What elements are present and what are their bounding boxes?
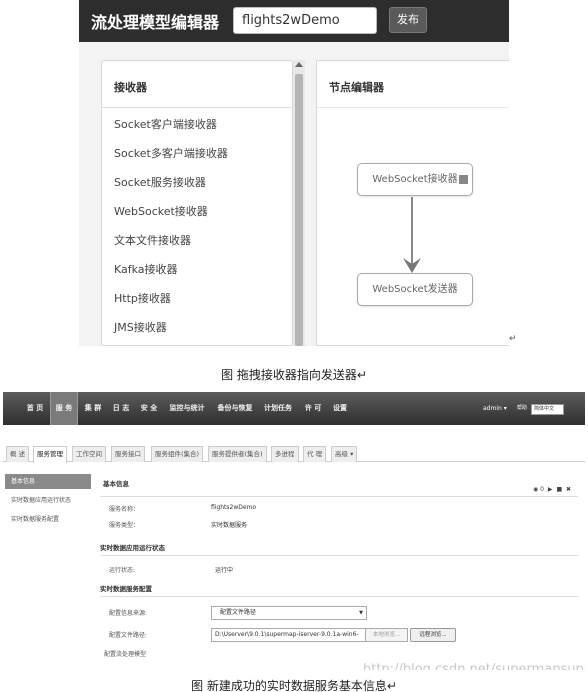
side-item-basic-info[interactable]: 基本信息	[5, 474, 91, 489]
receiver-item-jms[interactable]: JMS接收器	[114, 319, 167, 335]
watermark: http://blog.csdn.net/supermapsupport	[363, 662, 585, 670]
publish-button[interactable]: 发布	[389, 7, 427, 33]
node-label: WebSocket接收器	[372, 174, 458, 185]
divider	[100, 496, 578, 497]
divider	[102, 107, 292, 108]
side-item-runtime-status[interactable]: 实时数据应用运行状态	[5, 493, 91, 508]
tab-service-interface[interactable]: 服务接口	[111, 446, 145, 462]
stream-model-config-link[interactable]: 配置流处理模型	[104, 649, 146, 658]
config-source-label: 配置信息来源:	[109, 610, 148, 617]
app-title: 流处理模型编辑器	[91, 13, 220, 32]
nav-security[interactable]: 安 全	[137, 392, 161, 425]
node-label: WebSocket发送器	[372, 284, 458, 295]
stream-model-editor-screenshot: 流处理模型编辑器 flights2wDemo 发布 接收器 Socket客户端接…	[79, 0, 509, 346]
receivers-panel: 接收器 Socket客户端接收器 Socket多客户端接收器 Socket服务接…	[101, 60, 293, 346]
receiver-item-kafka[interactable]: Kafka接收器	[114, 261, 178, 277]
nav-services[interactable]: 服 务	[50, 392, 78, 425]
stop-icon[interactable]: ■	[556, 486, 562, 493]
divider	[100, 596, 578, 597]
tab-advanced[interactable]: 高级 ▾	[331, 446, 358, 462]
service-type-value: 实时数据服务	[211, 522, 248, 529]
service-name-value: flights2wDemo	[211, 504, 257, 511]
top-navbar: 首 页 服 务 集 群 日 志 安 全 监控与统计 备份与恢复 计划任务 许 可…	[3, 392, 585, 425]
node-editor-panel: 节点编辑器 WebSocket接收器 WebSocket发送器	[316, 60, 509, 346]
nav-monitoring[interactable]: 监控与统计	[167, 392, 207, 425]
close-icon[interactable]: ✖	[566, 486, 571, 493]
tab-service-providers[interactable]: 服务提供者(集合)	[208, 446, 267, 462]
node-websocket-sender[interactable]: WebSocket发送器	[357, 273, 473, 306]
receiver-item-http[interactable]: Http接收器	[114, 290, 171, 306]
config-file-label: 配置文件路径:	[109, 632, 148, 639]
local-browse-button[interactable]: 本地浏览...	[366, 628, 408, 642]
tab-service-management[interactable]: 服务管理	[33, 446, 67, 463]
receivers-title: 接收器	[114, 81, 147, 94]
config-source-value: 配置文件路径	[220, 609, 257, 616]
node-connector-handle[interactable]	[459, 175, 468, 184]
service-name-label: 服务名称：	[109, 506, 140, 513]
receiver-item-socket-client[interactable]: Socket客户端接收器	[114, 116, 217, 132]
nav-backup[interactable]: 备份与恢复	[215, 392, 255, 425]
basic-info-title: 基本信息	[103, 480, 129, 488]
tab-workspace[interactable]: 工作空间	[72, 446, 106, 462]
service-config-title: 实时数据服务配置	[100, 585, 152, 593]
run-status-value: 运行中	[215, 567, 234, 574]
scrollbar-thumb[interactable]	[295, 74, 303, 346]
model-name-input[interactable]: flights2wDemo	[233, 7, 377, 34]
service-type-label: 服务类型：	[109, 522, 140, 529]
caret-down-icon: ▼	[359, 610, 363, 616]
service-management-screenshot: 首 页 服 务 集 群 日 志 安 全 监控与统计 备份与恢复 计划任务 许 可…	[3, 392, 585, 670]
config-source-select[interactable]: 配置文件路径 ▼	[211, 606, 367, 620]
nav-scheduled-tasks[interactable]: 计划任务	[261, 392, 295, 425]
nav-cluster[interactable]: 集 群	[81, 392, 105, 425]
receiver-item-socket-server[interactable]: Socket服务接收器	[114, 174, 206, 190]
view-count-icon[interactable]: ◉ 0	[533, 486, 544, 493]
side-item-service-config[interactable]: 实时数据服务配置	[5, 512, 91, 527]
nav-license[interactable]: 许 可	[301, 392, 325, 425]
receivers-scrollbar[interactable]	[293, 60, 305, 346]
panel-toolbar: ◉ 0 ▶ ■ ✖	[533, 486, 573, 493]
tab-service-components[interactable]: 服务组件(集合)	[151, 446, 204, 462]
language-select[interactable]: 简体中文	[531, 404, 564, 415]
tab-overview[interactable]: 概 述	[6, 446, 30, 462]
node-websocket-receiver[interactable]: WebSocket接收器	[357, 163, 473, 196]
remote-browse-button[interactable]: 远程浏览...	[410, 628, 456, 642]
receiver-item-text-file[interactable]: 文本文件接收器	[114, 232, 191, 248]
receiver-item-socket-multi-client[interactable]: Socket多客户端接收器	[114, 145, 228, 161]
tab-proxy[interactable]: 代 理	[303, 446, 327, 462]
nav-logs[interactable]: 日 志	[109, 392, 133, 425]
tab-bar: 概 述 服务管理 工作空间 服务接口 服务组件(集合) 服务提供者(集合) 多进…	[3, 446, 585, 463]
tab-multi-process[interactable]: 多进程	[271, 446, 299, 462]
play-icon[interactable]: ▶	[548, 486, 553, 493]
config-file-path-input[interactable]: D:\Userver\9.0.1\supermap-iserver-9.0.1a…	[211, 628, 366, 642]
divider	[100, 555, 578, 556]
nav-home[interactable]: 首 页	[23, 392, 47, 425]
run-status-label: 运行状态:	[109, 567, 136, 574]
runtime-status-title: 实时数据应用运行状态	[100, 544, 165, 552]
figure-caption-2: 图 新建成功的实时数据服务基本信息↵	[191, 679, 397, 692]
nav-settings[interactable]: 设置	[329, 392, 351, 425]
paragraph-mark: ↵	[509, 334, 517, 344]
help-link[interactable]: 帮助	[517, 392, 527, 425]
figure-caption-1: 图 拖拽接收器指向发送器↵	[221, 368, 367, 382]
receiver-item-websocket[interactable]: WebSocket接收器	[114, 203, 208, 219]
scroll-up-arrow-icon[interactable]	[295, 62, 303, 67]
admin-menu[interactable]: admin ▾	[483, 392, 507, 425]
editor-top-bar: 流处理模型编辑器 flights2wDemo 发布	[79, 0, 509, 42]
